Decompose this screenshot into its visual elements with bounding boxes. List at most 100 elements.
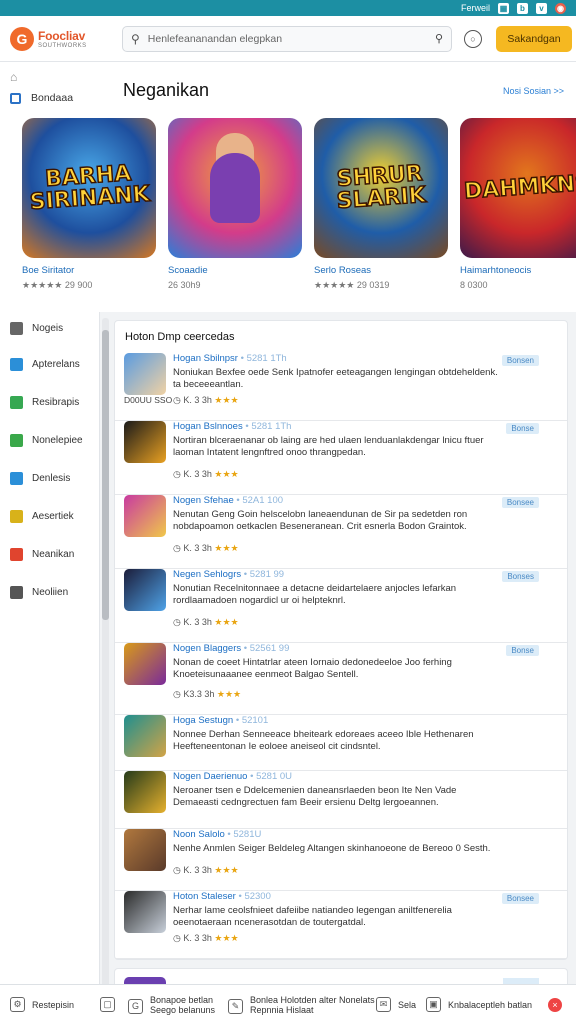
sidebar-nav: Nogeis Apterelans Resibrapis Nonelepiee Denl… bbox=[0, 312, 100, 994]
list-item[interactable]: Hogan Sbilnpsr • 5281 1Th Noniukan Bexfee… bbox=[115, 353, 567, 421]
featured-tile[interactable]: BARHA SIRINANK Boe Siritator ★★★★★ 29 900 bbox=[22, 118, 156, 291]
sidebar-item[interactable]: Aesertiek bbox=[10, 510, 74, 523]
list-item-description: Nonnee Derhan Senneeace bheiteark edorea… bbox=[173, 729, 474, 752]
list-item-tag[interactable]: Bonsee bbox=[501, 893, 539, 904]
star-rating-icon: ★★★ bbox=[211, 865, 239, 875]
sidebar-category[interactable]: Bondaaa bbox=[10, 92, 73, 104]
list-item-title[interactable]: Nogen Sfehae • 52A1 100 bbox=[173, 495, 283, 506]
bottom-bar-item-label: Knbalaceptleh batlan bbox=[448, 999, 533, 1010]
list-item-title[interactable]: Hogan Sbilnpsr • 5281 1Th bbox=[173, 353, 287, 364]
list-item-tag[interactable]: Bonsen bbox=[501, 355, 539, 366]
header: G Foocliav SOUTHWORKS ⚲ Henlefeananandan… bbox=[0, 16, 576, 62]
list-item-title[interactable]: Hogan Bslnnoes • 5281 1Th bbox=[173, 421, 291, 432]
sidebar-item[interactable]: Nonelepiee bbox=[10, 434, 83, 447]
bottom-bar-item-icon: ⚙ bbox=[10, 997, 25, 1012]
sidebar-item[interactable]: Resibrapis bbox=[10, 396, 79, 409]
featured-more-link[interactable]: Nosi Sosian >> bbox=[503, 86, 564, 96]
logo[interactable]: G Foocliav SOUTHWORKS bbox=[10, 26, 110, 51]
list-item-title-text: Nogen Blaggers bbox=[173, 643, 242, 654]
grid-icon[interactable]: ▦ bbox=[498, 2, 509, 14]
featured-tile-name[interactable]: Serlo Roseas bbox=[314, 265, 448, 276]
featured-tile-art: BARHA SIRINANK bbox=[22, 118, 156, 258]
game-icon bbox=[124, 569, 166, 611]
list-item[interactable]: Hoga Sestugn • 52101 Nonnee Derhan Sennee… bbox=[115, 715, 567, 771]
list-item[interactable]: Negen Sehlogrs • 5281 99 Nonutian Recelni… bbox=[115, 569, 567, 643]
game-icon bbox=[124, 495, 166, 537]
list-item-title[interactable]: Nogen Blaggers • 52561 99 bbox=[173, 643, 289, 654]
featured-tile[interactable]: DAHMKNS Haimarhtoneocis 8 0300 bbox=[460, 118, 576, 291]
close-icon[interactable]: × bbox=[548, 998, 562, 1012]
logo-sub: SOUTHWORKS bbox=[38, 42, 87, 49]
list-item[interactable]: Hogan Bslnnoes • 5281 1Th Nortiran blcera… bbox=[115, 421, 567, 495]
list-item-tag[interactable]: Bonse bbox=[506, 645, 539, 656]
sidebar-item-label: Denlesis bbox=[32, 473, 71, 484]
list-item[interactable]: Nogen Daerienuo • 5281 0U Neroaner tsen e… bbox=[115, 771, 567, 829]
sidebar-item[interactable]: Neanikan bbox=[10, 548, 74, 561]
list-item-meta: K. 3 3h bbox=[183, 395, 212, 405]
list-item-tag[interactable]: Bonses bbox=[502, 571, 539, 582]
game-icon bbox=[124, 891, 166, 933]
sidebar-item-label: Resibrapis bbox=[32, 397, 80, 408]
list-item-title[interactable]: Negen Sehlogrs • 5281 99 bbox=[173, 569, 284, 580]
featured-tile-rating: ★★★★★ 29 900 bbox=[22, 280, 93, 290]
bottom-bar-item[interactable]: G Bonapoe betlan Seego belanuns bbox=[128, 995, 215, 1015]
list-item-title[interactable]: Hoton Staleser • 52300 bbox=[173, 891, 271, 902]
list-item[interactable]: Nogen Blaggers • 52561 99 Nonan de coeet … bbox=[115, 643, 567, 715]
list-item-title[interactable]: Noon Salolo • 5281U bbox=[173, 829, 261, 840]
featured-tile-logo-text: DAHMKNS bbox=[462, 170, 576, 205]
home-icon[interactable]: ⌂ bbox=[10, 70, 17, 84]
featured-tile[interactable]: SHRUR SLARIK Serlo Roseas ★★★★★ 29 0319 bbox=[314, 118, 448, 291]
game-list-panel: Hoton Dmp ceercedas Hogan Sbilnpsr • 528… bbox=[114, 320, 568, 960]
bottom-bar-item-icon: ▢ bbox=[100, 997, 115, 1012]
v-icon[interactable]: v bbox=[536, 2, 547, 14]
search-input[interactable]: ⚲ Henlefeananandan elegpkan ⚲ bbox=[122, 25, 452, 52]
clock-icon: ◷ bbox=[173, 543, 184, 553]
featured-tile-name[interactable]: Boe Siritator bbox=[22, 265, 156, 276]
list-item-tag[interactable]: Bonsee bbox=[501, 497, 539, 508]
list-item-tag[interactable]: Bonse bbox=[506, 423, 539, 434]
search-submit-icon[interactable]: ⚲ bbox=[435, 32, 443, 45]
bottom-bar-item[interactable]: ⚙ Restepisin bbox=[10, 997, 74, 1012]
bottom-bar-item-icon: G bbox=[128, 998, 143, 1014]
featured-tile-logo-text: SHRUR SLARIK bbox=[336, 160, 428, 215]
hero-figure-icon bbox=[210, 153, 260, 223]
featured-tile[interactable]: Scoaadie 26 30h9 bbox=[168, 118, 302, 291]
list-item-rating: ◷ K. 3 3h ★★★ bbox=[173, 395, 239, 406]
bottom-bar-item[interactable]: ✎ Bonlea Holotden alter Nonelats Repnnia H… bbox=[228, 995, 375, 1015]
list-item-title[interactable]: Nogen Daerienuo • 5281 0U bbox=[173, 771, 292, 782]
list-item[interactable]: Nogen Sfehae • 52A1 100 Nenutan Geng Goin… bbox=[115, 495, 567, 569]
scrollbar-thumb[interactable] bbox=[102, 330, 109, 620]
list-item-subtitle: • 5281 0U bbox=[247, 771, 293, 782]
sidebar-item-icon bbox=[10, 358, 23, 371]
list-item-meta: K. 3 3h bbox=[183, 617, 212, 627]
bottom-bar-item[interactable]: ▣ Knbalaceptleh batlan bbox=[426, 997, 532, 1012]
list-item-title-text: Hoton Staleser bbox=[173, 891, 236, 902]
game-icon bbox=[124, 829, 166, 871]
cta-button[interactable]: Sakandgan bbox=[496, 25, 572, 52]
sidebar-item[interactable]: Denlesis bbox=[10, 472, 70, 485]
star-rating-icon: ★★★ bbox=[211, 395, 239, 405]
list-peek-item[interactable] bbox=[114, 968, 568, 985]
notifications-icon[interactable]: ○ bbox=[464, 29, 482, 48]
list-item[interactable]: Noon Salolo • 5281U Nenhe Anmlen Seiger B… bbox=[115, 829, 567, 891]
sidebar-item[interactable]: Nogeis bbox=[10, 322, 63, 335]
bottom-bar-item-label-line: Bonapoe betlan bbox=[150, 995, 214, 1005]
list-item-title[interactable]: Hoga Sestugn • 52101 bbox=[173, 715, 268, 726]
bottom-bar-item[interactable]: ▢ bbox=[100, 997, 115, 1012]
list-item-title-text: Nogen Daerienuo bbox=[173, 771, 248, 782]
sidebar-item[interactable]: Apterelans bbox=[10, 358, 80, 371]
game-icon bbox=[124, 643, 166, 685]
list-item-subtitle: • 52A1 100 bbox=[233, 495, 284, 506]
b-icon[interactable]: b bbox=[517, 2, 528, 14]
sidebar-item[interactable]: Neoliien bbox=[10, 586, 68, 599]
featured-tile-name[interactable]: Haimarhtoneocis bbox=[460, 265, 576, 276]
star-rating-icon: ★★★ bbox=[211, 933, 239, 943]
record-icon[interactable]: ◉ bbox=[555, 2, 566, 14]
list-item-rating: ◷ K. 3 3h ★★★ bbox=[173, 617, 239, 628]
list-item-subtitle: • 5281U bbox=[224, 829, 262, 840]
bottom-bar-item-label-line: Repnnia Hislaat bbox=[250, 1005, 314, 1015]
featured-tile-name[interactable]: Scoaadie bbox=[168, 265, 302, 276]
list-item[interactable]: Hoton Staleser • 52300 Nerhar lame ceolsf… bbox=[115, 891, 567, 959]
sidebar-item-label: Nogeis bbox=[32, 323, 64, 334]
bottom-bar-item[interactable]: ✉ Sela bbox=[376, 997, 416, 1012]
